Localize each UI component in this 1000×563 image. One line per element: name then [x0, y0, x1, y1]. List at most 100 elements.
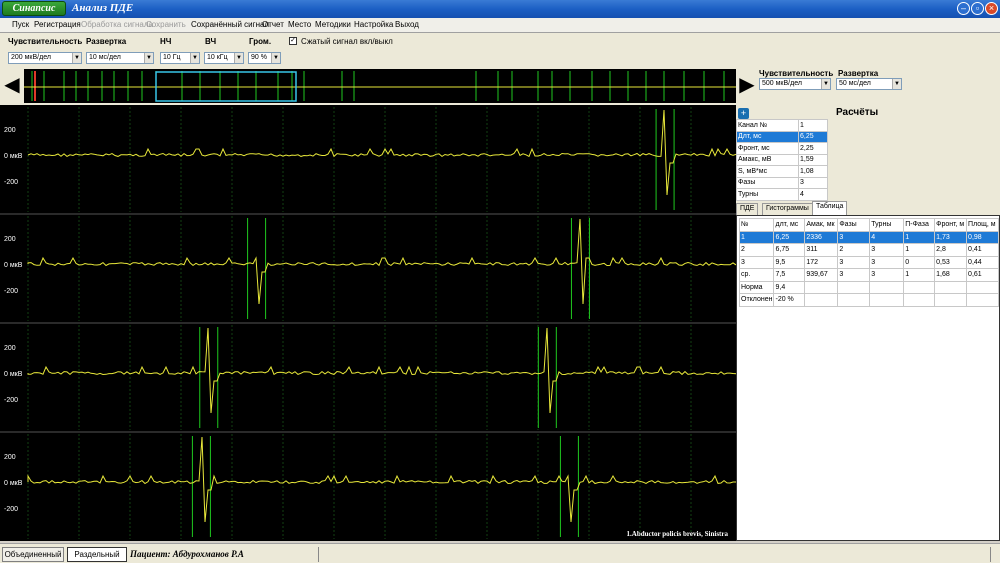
menu-item[interactable]: Выход: [395, 20, 419, 29]
calc-key: Фазы: [736, 176, 799, 189]
table-cell: 0,41: [966, 243, 999, 257]
table-cell: 3: [837, 230, 871, 244]
table-cell: 3: [837, 255, 871, 269]
column-header[interactable]: Турны: [869, 218, 905, 232]
calc-value: 3: [798, 176, 828, 189]
column-header[interactable]: Площ, м: [966, 218, 999, 232]
column-header[interactable]: №: [738, 218, 775, 232]
calc-value: 4: [798, 188, 828, 201]
menu-item[interactable]: Отчет: [262, 20, 284, 29]
volume-select[interactable]: 90 % ▼: [248, 52, 281, 64]
axis-tick-label: 200: [4, 345, 16, 352]
menu-item[interactable]: Обработка сигнала: [81, 20, 153, 29]
table-cell: [934, 280, 968, 294]
calc-row[interactable]: Амакс, мВ 1,59: [736, 153, 828, 166]
status-bar: Объединенный Раздельный Пациент: Абдурох…: [0, 543, 1000, 563]
scroll-right-icon[interactable]: ▶: [738, 73, 756, 99]
add-icon[interactable]: +: [738, 108, 749, 119]
right-sweep-label: Развертка: [838, 69, 879, 78]
table-row[interactable]: Норма 9,4: [738, 280, 999, 294]
table-row[interactable]: ср. 7,5 939,67 3 3 1 1,68 0,61: [738, 268, 999, 282]
calc-row[interactable]: Длт, мс 6,25: [736, 130, 828, 143]
hf-label: ВЧ: [205, 37, 217, 46]
waveform-channel: 200 0 мкВ -200: [4, 434, 736, 539]
chevron-down-icon: ▼: [144, 53, 153, 63]
window-title: Анализ ПДЕ: [72, 2, 134, 14]
waveform-area[interactable]: 200 0 мкВ -200 200 0 мкВ -200 200 0 мкВ -200 200 0…: [0, 105, 737, 541]
column-header[interactable]: длт, мс: [773, 218, 806, 232]
tab-0[interactable]: ПДЕ: [736, 203, 759, 215]
tab-1[interactable]: Гистограммы: [762, 203, 813, 215]
calc-row[interactable]: Фазы 3: [736, 176, 828, 189]
calc-key: Амакс, мВ: [736, 153, 799, 166]
menu-item[interactable]: Сохранить: [146, 20, 186, 29]
menu-item[interactable]: Место: [288, 20, 311, 29]
table-cell: [966, 293, 999, 307]
overview-background: [24, 69, 736, 103]
table-row[interactable]: 2 6,75 311 2 3 1 2,8 0,41: [738, 243, 999, 257]
title-bar: Синапсис Анализ ПДЕ – ▫ ×: [0, 0, 1000, 18]
calc-value: 1,59: [798, 153, 828, 166]
table-cell: 1: [903, 230, 936, 244]
table-cell: [804, 280, 839, 294]
separate-view-button[interactable]: Раздельный: [67, 547, 127, 562]
chevron-down-icon: ▼: [234, 53, 243, 63]
app-badge[interactable]: Синапсис: [2, 1, 66, 16]
table-cell: 1,73: [934, 230, 968, 244]
table-row[interactable]: 3 9,5 172 3 3 0 0,53 0,44: [738, 255, 999, 269]
axis-tick-label: 200: [4, 236, 16, 243]
column-header[interactable]: П-Фаза: [903, 218, 936, 232]
menu-item[interactable]: Настройка: [354, 20, 393, 29]
column-header[interactable]: Фронт, м: [934, 218, 968, 232]
close-button[interactable]: ×: [985, 2, 998, 15]
calc-panel: + Расчёты Канал № 1 Длт, мс 6,25 Фронт, мс 2,…: [736, 105, 1000, 541]
status-divider: [990, 547, 991, 562]
calc-row[interactable]: S, мВ*мс 1,08: [736, 165, 828, 178]
hf-select[interactable]: 10 кГц ▼: [204, 52, 244, 64]
menu-item[interactable]: Сохранённый сигнал: [191, 20, 269, 29]
result-tabs: ПДЕ Гистограммы Таблица: [736, 201, 1000, 215]
axis-tick-label: 0 мкВ: [4, 153, 23, 160]
table-cell: 2: [837, 243, 871, 257]
compressed-signal-checkbox[interactable]: ✓: [289, 37, 297, 45]
column-header[interactable]: Амак, мк: [804, 218, 839, 232]
minimize-button[interactable]: –: [957, 2, 970, 15]
menu-item[interactable]: Методики: [315, 20, 351, 29]
table-cell: 1,68: [934, 268, 968, 282]
calc-row[interactable]: Канал № 1: [736, 119, 828, 132]
chevron-down-icon: ▼: [892, 79, 901, 89]
sweep-select[interactable]: 10 мс/дел ▼: [86, 52, 154, 64]
tab-2[interactable]: Таблица: [812, 201, 848, 215]
sensitivity-select[interactable]: 200 мкВ/дел ▼: [8, 52, 82, 64]
overview-canvas[interactable]: [24, 69, 736, 103]
sensitivity-label: Чувствительность: [8, 37, 83, 46]
combined-view-button[interactable]: Объединенный: [2, 547, 64, 562]
table-cell: 3: [837, 268, 871, 282]
axis-tick-label: 0 мкВ: [4, 262, 23, 269]
column-header[interactable]: Фазы: [837, 218, 871, 232]
maximize-button[interactable]: ▫: [971, 2, 984, 15]
emg-trace: [27, 109, 737, 196]
scroll-left-icon[interactable]: ◀: [2, 73, 22, 99]
table-cell: 0,53: [934, 255, 968, 269]
calc-row[interactable]: Фронт, мс 2,25: [736, 142, 828, 155]
table-row[interactable]: Отклонен -20 %: [738, 293, 999, 307]
right-sweep-select[interactable]: 50 мс/дел ▼: [836, 78, 902, 90]
axis-tick-label: -200: [4, 397, 18, 404]
table-cell: [869, 293, 905, 307]
axis-tick-label: 200: [4, 454, 16, 461]
menu-item[interactable]: Регистрация: [34, 20, 81, 29]
lf-select[interactable]: 10 Гц ▼: [160, 52, 200, 64]
right-sensitivity-select[interactable]: 500 мкВ/дел ▼: [759, 78, 831, 90]
table-cell: 2,8: [934, 243, 968, 257]
table-cell: 0,98: [966, 230, 999, 244]
calc-row[interactable]: Турны 4: [736, 188, 828, 201]
menu-item[interactable]: Пуск: [12, 20, 29, 29]
table-cell: 0,44: [966, 255, 999, 269]
right-sensitivity-label: Чувствительность: [759, 69, 834, 78]
table-row[interactable]: 1 6,25 2336 3 4 1 1,73 0,98: [738, 230, 999, 244]
emg-trace: [27, 327, 737, 414]
table-cell: [966, 280, 999, 294]
emg-trace: [27, 436, 736, 523]
table-cell: [804, 293, 839, 307]
